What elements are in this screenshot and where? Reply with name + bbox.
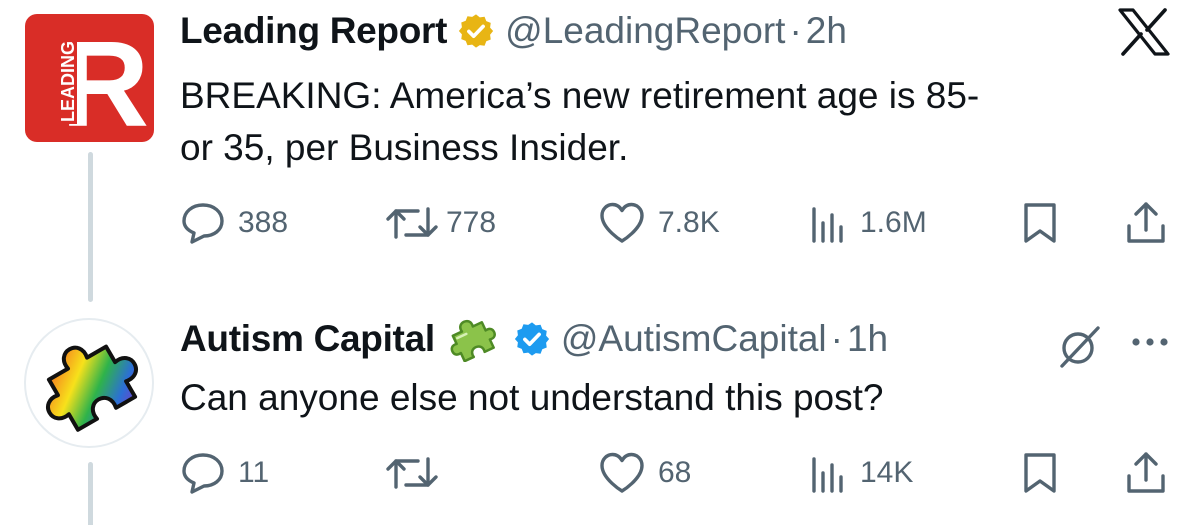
- timestamp[interactable]: 2h: [806, 10, 847, 52]
- bookmark-button[interactable]: [1020, 448, 1060, 498]
- views-count: 14K: [860, 456, 914, 489]
- reply-button[interactable]: 388: [180, 198, 288, 248]
- share-icon: [1124, 450, 1168, 496]
- repost-button[interactable]: [384, 448, 452, 498]
- tweet-leading-report[interactable]: R LEADING Leading Report @LeadingReport …: [0, 0, 1200, 285]
- display-name[interactable]: Autism Capital: [180, 318, 435, 360]
- share-button[interactable]: [1124, 198, 1168, 248]
- reply-icon: [180, 451, 226, 495]
- tweet-text-line: Can anyone else not understand this post…: [180, 377, 884, 418]
- like-button[interactable]: 7.8K: [598, 198, 720, 248]
- tweet-text-line: BREAKING: America’s new retirement age i…: [180, 75, 980, 116]
- separator-dot: ·: [830, 318, 843, 359]
- reply-button[interactable]: 11: [180, 448, 269, 498]
- tweet-text: BREAKING: America’s new retirement age i…: [180, 70, 979, 174]
- puzzle-piece-emoji: [447, 316, 497, 362]
- tweet-actions: 388 778 7.8K 1.6M: [180, 198, 1170, 248]
- like-button[interactable]: 68: [598, 448, 691, 498]
- display-name[interactable]: Leading Report: [180, 10, 447, 52]
- repost-icon: [384, 201, 440, 245]
- separator-dot: ·: [789, 10, 802, 51]
- bookmark-icon: [1020, 201, 1060, 245]
- tweet-text-line: or 35, per Business Insider.: [180, 127, 629, 168]
- views-icon: [808, 201, 848, 245]
- tweet-header: Autism Capital @AutismCapital · 1h: [180, 316, 888, 362]
- views-button[interactable]: 14K: [808, 448, 913, 498]
- like-icon: [598, 201, 646, 245]
- thread-line-bottom: [88, 462, 93, 525]
- tweet-text: Can anyone else not understand this post…: [180, 372, 884, 424]
- repost-count: 778: [446, 206, 497, 239]
- bookmark-button[interactable]: [1020, 198, 1060, 248]
- x-logo-icon[interactable]: [1118, 8, 1170, 61]
- avatar-wordmark: LEADING: [58, 41, 78, 122]
- like-icon: [598, 451, 646, 495]
- more-icon[interactable]: [1128, 334, 1172, 355]
- puzzle-piece-emoji: [46, 344, 138, 432]
- reply-count: 11: [238, 456, 270, 489]
- user-handle[interactable]: @LeadingReport: [505, 10, 785, 52]
- views-count: 1.6M: [860, 206, 927, 239]
- repost-icon: [384, 451, 440, 495]
- tweet-header: Leading Report @LeadingReport · 2h: [180, 8, 847, 54]
- timestamp[interactable]: 1h: [847, 318, 888, 360]
- views-icon: [808, 451, 848, 495]
- reply-count: 388: [238, 206, 289, 239]
- reply-icon: [180, 201, 226, 245]
- repost-button[interactable]: 778: [384, 198, 496, 248]
- gold-verified-icon[interactable]: [457, 12, 495, 50]
- avatar[interactable]: R LEADING: [25, 14, 154, 142]
- share-button[interactable]: [1124, 448, 1168, 498]
- tweet-actions: 11 68 14K: [180, 448, 1170, 498]
- like-count: 68: [658, 456, 692, 489]
- grok-icon[interactable]: [1054, 322, 1104, 377]
- views-button[interactable]: 1.6M: [808, 198, 927, 248]
- avatar[interactable]: [24, 318, 154, 448]
- bookmark-icon: [1020, 451, 1060, 495]
- like-count: 7.8K: [658, 206, 720, 239]
- share-icon: [1124, 200, 1168, 246]
- user-handle[interactable]: @AutismCapital: [561, 318, 827, 360]
- blue-verified-icon[interactable]: [513, 320, 551, 358]
